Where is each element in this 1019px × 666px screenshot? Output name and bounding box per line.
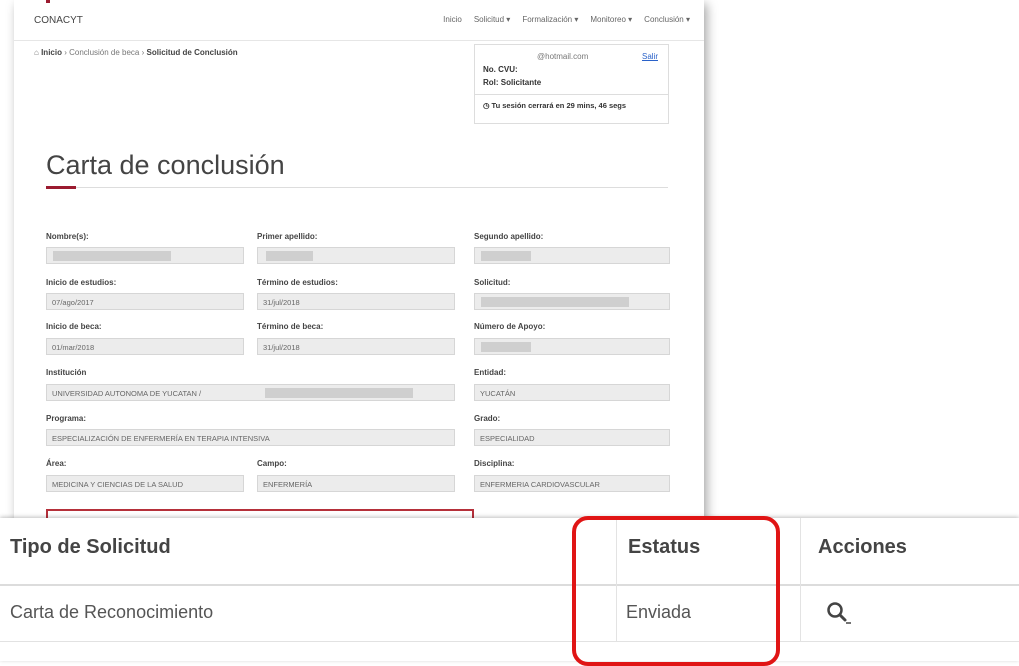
home-icon[interactable]: ⌂ bbox=[34, 48, 39, 57]
session-panel: @hotmail.com Salir No. CVU: Rol: Solicit… bbox=[474, 44, 669, 124]
nav-formalizacion[interactable]: Formalización ▾ bbox=[522, 15, 578, 24]
nav-conclusion[interactable]: Conclusión ▾ bbox=[644, 15, 690, 24]
nav-inicio[interactable]: Inicio bbox=[443, 15, 462, 24]
solicitud-field[interactable] bbox=[474, 293, 670, 310]
logout-link[interactable]: Salir bbox=[642, 52, 658, 61]
clock-icon: ◷ bbox=[483, 101, 490, 110]
grado-label: Grado: bbox=[474, 414, 501, 423]
numero-apoyo-label: Número de Apoyo: bbox=[474, 322, 546, 331]
user-email: @hotmail.com bbox=[537, 52, 589, 61]
nombre-field[interactable] bbox=[46, 247, 244, 264]
redacted-value bbox=[265, 388, 413, 398]
breadcrumb-conclusion[interactable]: Conclusión de beca bbox=[69, 48, 139, 57]
institucion-field[interactable]: UNIVERSIDAD AUTONOMA DE YUCATAN / bbox=[46, 384, 455, 401]
inicio-estudios-field[interactable]: 07/ago/2017 bbox=[46, 293, 244, 310]
primer-apellido-field[interactable] bbox=[257, 247, 455, 264]
breadcrumb-current: Solicitud de Conclusión bbox=[146, 48, 238, 57]
disciplina-label: Disciplina: bbox=[474, 459, 515, 468]
segundo-apellido-field[interactable] bbox=[474, 247, 670, 264]
institucion-label: Institución bbox=[46, 368, 87, 377]
breadcrumb-inicio[interactable]: Inicio bbox=[41, 48, 62, 57]
nav-solicitud[interactable]: Solicitud ▾ bbox=[474, 15, 510, 24]
grado-field[interactable]: ESPECIALIDAD bbox=[474, 429, 670, 446]
programa-label: Programa: bbox=[46, 414, 87, 423]
header-acciones: Acciones bbox=[818, 536, 907, 558]
disciplina-field[interactable]: ENFERMERIA CARDIOVASCULAR bbox=[474, 475, 670, 492]
title-accent-bar bbox=[46, 186, 76, 189]
segundo-apellido-label: Segundo apellido: bbox=[474, 232, 544, 241]
title-divider bbox=[46, 187, 668, 188]
termino-estudios-label: Término de estudios: bbox=[257, 278, 338, 287]
inicio-estudios-label: Inicio de estudios: bbox=[46, 278, 117, 287]
brand-logo[interactable]: CONACYT bbox=[34, 15, 83, 26]
redacted-value bbox=[53, 251, 171, 261]
campo-field[interactable]: ENFERMERÍA bbox=[257, 475, 455, 492]
top-navbar: CONACYT Inicio Solicitud ▾ Formalización… bbox=[14, 0, 704, 41]
termino-estudios-field[interactable]: 31/jul/2018 bbox=[257, 293, 455, 310]
page-card: CONACYT Inicio Solicitud ▾ Formalización… bbox=[14, 0, 704, 525]
campo-label: Campo: bbox=[257, 459, 287, 468]
header-tipo-solicitud: Tipo de Solicitud bbox=[10, 536, 171, 558]
role-label: Rol: Solicitante bbox=[483, 78, 542, 87]
estatus-highlight-circle bbox=[572, 516, 780, 666]
session-timer: ◷ Tu sesión cerrará en 29 mins, 46 segs bbox=[483, 101, 628, 110]
area-label: Área: bbox=[46, 459, 67, 468]
programa-field[interactable]: ESPECIALIZACIÓN DE ENFERMERÍA EN TERAPIA… bbox=[46, 429, 455, 446]
area-field[interactable]: MEDICINA Y CIENCIAS DE LA SALUD bbox=[46, 475, 244, 492]
requests-table-zoom: Tipo de Solicitud Estatus Acciones Carta… bbox=[0, 518, 1019, 661]
main-nav: Inicio Solicitud ▾ Formalización ▾ Monit… bbox=[443, 15, 690, 24]
breadcrumb-separator: › bbox=[64, 48, 67, 57]
cell-tipo-solicitud: Carta de Reconocimiento bbox=[10, 602, 214, 622]
session-timer-text: Tu sesión cerrará en 29 mins, 46 segs bbox=[491, 101, 627, 110]
institucion-value: UNIVERSIDAD AUTONOMA DE YUCATAN / bbox=[52, 389, 202, 398]
table-footer-space bbox=[0, 642, 1019, 661]
search-icon[interactable] bbox=[826, 600, 852, 631]
termino-beca-label: Término de beca: bbox=[257, 322, 324, 331]
redacted-value bbox=[481, 297, 629, 307]
nombre-label: Nombre(s): bbox=[46, 232, 89, 241]
nav-monitoreo[interactable]: Monitoreo ▾ bbox=[590, 15, 632, 24]
inicio-beca-label: Inicio de beca: bbox=[46, 322, 102, 331]
divider bbox=[475, 94, 668, 95]
redacted-value bbox=[481, 251, 531, 261]
inicio-beca-field[interactable]: 01/mar/2018 bbox=[46, 338, 244, 355]
redacted-value bbox=[266, 251, 313, 261]
termino-beca-field[interactable]: 31/jul/2018 bbox=[257, 338, 455, 355]
solicitud-label: Solicitud: bbox=[474, 278, 511, 287]
redacted-value bbox=[481, 342, 531, 352]
breadcrumb-separator: › bbox=[141, 48, 145, 57]
numero-apoyo-field[interactable] bbox=[474, 338, 670, 355]
entidad-label: Entidad: bbox=[474, 368, 506, 377]
column-divider bbox=[800, 518, 801, 641]
primer-apellido-label: Primer apellido: bbox=[257, 232, 318, 241]
entidad-field[interactable]: YUCATÁN bbox=[474, 384, 670, 401]
breadcrumb: ⌂ Inicio › Conclusión de beca › Solicitu… bbox=[34, 48, 238, 57]
cvu-label: No. CVU: bbox=[483, 65, 518, 74]
page-title: Carta de conclusión bbox=[46, 150, 285, 180]
